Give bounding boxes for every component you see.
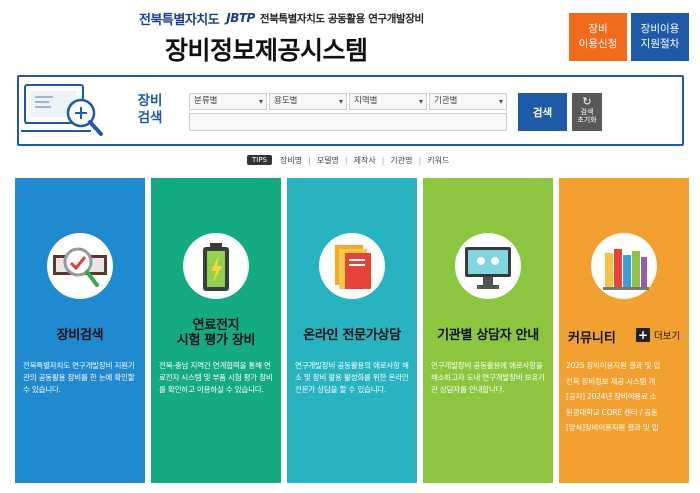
card-description: 연구개발장비 공동활용의 애로사항 해소 및 장비 활용 활성화를 위한 온라인…	[295, 361, 409, 394]
card-title: 온라인 전문가상담	[303, 328, 401, 343]
tip-manufacturer[interactable]: 제작사	[354, 155, 376, 166]
list-item[interactable]: 전북 장비정보 제공 시스템 개	[566, 374, 686, 390]
more-button[interactable]: + 더보기	[636, 328, 680, 342]
more-label: 더보기	[654, 331, 681, 342]
monitor-search-icon	[21, 84, 103, 136]
list-item[interactable]: 원광대학교 CORE 센터 / 공동	[566, 405, 686, 421]
search-tips: TIPS 장비명 | 모델명 | 제작사 | 기관명 | 키워드	[247, 153, 449, 167]
card-equipment-search[interactable]: 장비검색 전북특별자치도 연구개발장비 지원기관의 공동활용 장비를 한 눈에 …	[15, 178, 145, 483]
list-item[interactable]: 2025 장비이용지원 결과 및 입	[566, 358, 686, 374]
region-select[interactable]: 지역별	[349, 93, 427, 110]
search-label: 장비 검색	[137, 93, 163, 126]
card-title: 기관별 상담자 안내	[437, 328, 539, 343]
books-icon	[603, 249, 649, 290]
tips-badge: TIPS	[247, 155, 273, 165]
tip-model-name[interactable]: 모델명	[317, 155, 339, 166]
search-reset-button[interactable]: ↻ 검색 초기화	[572, 93, 602, 131]
card-fuel-cell[interactable]: 연료전지 시험 평가 장비 전북-충남 지역간 연계협력을 통해 연료전지 시스…	[151, 178, 281, 483]
usage-select[interactable]: 용도별	[269, 93, 347, 110]
battery-icon	[203, 243, 229, 291]
community-title: 커뮤니티	[568, 331, 616, 346]
monitor-icon	[465, 247, 511, 289]
search-reset-label: 검색 초기화	[577, 108, 597, 124]
card-community: 커뮤니티 + 더보기 2025 장비이용지원 결과 및 입 전북 장비정보 제공…	[559, 178, 689, 483]
tip-equipment-name[interactable]: 장비명	[280, 155, 302, 166]
card-title: 장비검색	[56, 328, 104, 343]
logo-jeonbuk: 전북특별자치도	[139, 12, 220, 28]
plus-icon: +	[636, 328, 650, 342]
equipment-apply-button[interactable]: 장비 이용신청	[569, 13, 627, 61]
tip-keyword[interactable]: 키워드	[427, 155, 449, 166]
search-panel: 장비 검색 분류별 용도별 지역별 기관별 검색 ↻ 검색 초기화	[17, 75, 684, 146]
institution-select[interactable]: 기관별	[429, 93, 507, 110]
card-online-consult[interactable]: 온라인 전문가상담 연구개발장비 공동활용의 애로사항 해소 및 장비 활용 활…	[287, 178, 417, 483]
site-header: 전북특별자치도 JBTP 전북특별자치도 공동활용 연구개발장비 장비정보제공시…	[0, 0, 700, 72]
category-select[interactable]: 분류별	[189, 93, 267, 110]
keyword-input[interactable]	[189, 113, 507, 131]
logo-jbtp: JBTP	[226, 11, 255, 25]
site-title[interactable]: 장비정보제공시스템	[165, 31, 368, 67]
card-title: 연료전지 시험 평가 장비	[176, 318, 256, 348]
logo[interactable]: 전북특별자치도 JBTP 전북특별자치도 공동활용 연구개발장비	[139, 9, 424, 28]
refresh-icon: ↻	[582, 95, 592, 108]
logo-subtitle: 전북특별자치도 공동활용 연구개발장비	[259, 12, 424, 25]
search-button[interactable]: 검색	[518, 93, 567, 131]
card-description: 전북-충남 지역간 연계협력을 통해 연료전지 시스템 및 부품 시험 평가 장…	[159, 361, 273, 394]
tip-divider: |	[381, 155, 385, 165]
tip-divider: |	[308, 155, 311, 165]
folder-icon	[335, 245, 371, 289]
support-procedure-button[interactable]: 장비이용 지원절차	[631, 13, 689, 61]
tip-divider: |	[418, 155, 422, 165]
equipment-search-icon	[53, 247, 107, 287]
tip-institution[interactable]: 기관명	[390, 155, 412, 166]
card-institution-contact[interactable]: 기관별 상담자 안내 연구개발장비 공동활용에 애로사항을 해소하고자 도내 연…	[423, 178, 553, 483]
card-description: 연구개발장비 공동활용에 애로사항을 해소하고자 도내 연구개발장비 보유기관 …	[431, 361, 545, 394]
tip-divider: |	[344, 155, 348, 165]
news-list: 2025 장비이용지원 결과 및 입 전북 장비정보 제공 시스템 개 [공지]…	[566, 358, 686, 436]
card-description: 전북특별자치도 연구개발장비 지원기관의 공동활용 장비를 한 눈에 확인할 수…	[23, 361, 135, 394]
list-item[interactable]: [양식]장비이용지원 결과 및 입	[566, 420, 686, 436]
list-item[interactable]: [공지] 2024년 장비이용료 소	[566, 389, 686, 405]
